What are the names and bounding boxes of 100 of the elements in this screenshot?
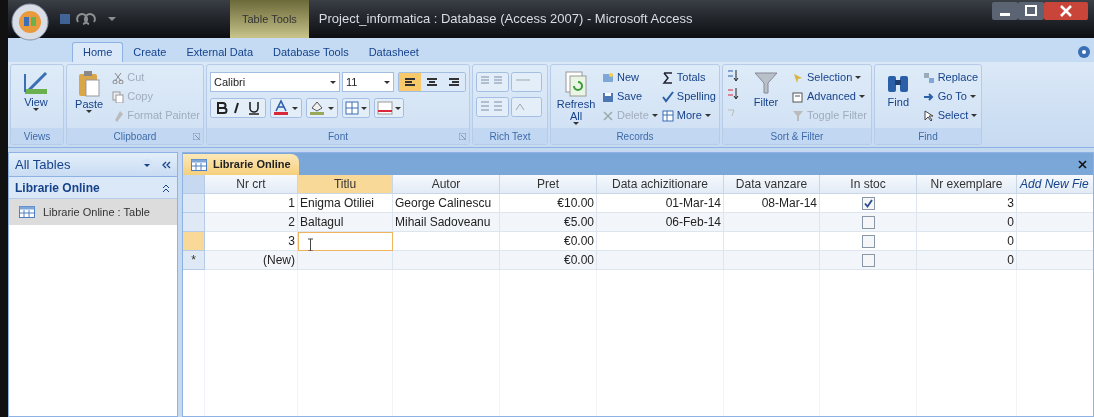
copy-icon: [112, 90, 125, 103]
column-header[interactable]: Nr exemplare: [917, 175, 1017, 194]
ribbon-button[interactable]: Go To: [922, 87, 978, 106]
row-selector[interactable]: *: [183, 251, 205, 270]
document-tab[interactable]: Librarie Online: [183, 154, 299, 175]
ribbon-tab[interactable]: Database Tools: [263, 42, 359, 62]
font-size-field[interactable]: 11: [342, 72, 394, 92]
ribbon-button[interactable]: Spelling: [661, 87, 716, 106]
column-header[interactable]: Data achizitionare: [597, 175, 724, 194]
group-label: Find: [918, 129, 938, 144]
caret-icon: [33, 108, 39, 111]
ribbon-button[interactable]: View: [14, 68, 58, 130]
nav-group-header[interactable]: Librarie Online: [9, 177, 177, 199]
ribbon-button[interactable]: New: [602, 68, 658, 87]
delete-icon: [602, 109, 614, 122]
fill-color-button[interactable]: [306, 98, 338, 118]
close-button[interactable]: [1044, 2, 1088, 20]
ribbon-button[interactable]: Filter: [744, 68, 788, 130]
bold-italic-underline-buttons-icon[interactable]: [210, 98, 266, 118]
group-label: Clipboard: [113, 129, 157, 144]
clipboard-icon: [77, 70, 102, 98]
column-header[interactable]: Pret: [500, 175, 597, 194]
collapse-pane-icon[interactable]: [161, 159, 171, 170]
new-row-marker: *: [191, 252, 196, 269]
new-record-icon: [602, 71, 614, 84]
ribbon-button[interactable]: Totals: [661, 68, 716, 87]
table-cell: 06-Feb-14: [597, 213, 724, 232]
gridlines-button[interactable]: [342, 98, 370, 118]
arrow-icon: [922, 90, 935, 103]
column-header[interactable]: Titlu: [298, 175, 393, 194]
ribbon-button[interactable]: Select: [922, 106, 978, 125]
column-header[interactable]: Nr crt: [205, 175, 298, 194]
funnel-icon: [792, 109, 804, 122]
table-cell: €0.00: [500, 232, 597, 251]
table-icon: [191, 158, 207, 171]
caret-icon: [86, 110, 93, 113]
cursor-icon: [922, 109, 935, 122]
table-cell: €0.00: [500, 251, 597, 270]
maximize-button[interactable]: [1018, 2, 1044, 20]
column-header[interactable]: In stoc: [820, 175, 917, 194]
column-header[interactable]: Add New Fie: [1017, 175, 1093, 194]
selection-icon: [792, 71, 804, 84]
grid-icon: [661, 109, 674, 122]
ribbon-tab[interactable]: Datasheet: [358, 42, 429, 62]
ribbon-tab[interactable]: Home: [72, 42, 124, 62]
ribbon-button[interactable]: Selection: [792, 68, 867, 87]
funnel-icon: [753, 70, 779, 96]
alternate-fill-button[interactable]: [374, 98, 404, 118]
editing-cell[interactable]: [298, 232, 393, 251]
window-title: Project_informatica : Database (Access 2007) - Microsoft Access: [318, 10, 693, 29]
ribbon-button[interactable]: Advanced: [792, 87, 867, 106]
font-name-field[interactable]: Calibri: [210, 72, 340, 92]
refresh-icon: [564, 70, 588, 98]
ribbon-button[interactable]: Replace: [922, 68, 978, 87]
ribbon-button[interactable]: Find: [878, 68, 919, 130]
checkbox[interactable]: [861, 253, 875, 267]
table-cell: 0: [917, 251, 1017, 270]
contextual-tab-label: Table Tools: [230, 0, 309, 38]
view-icon: [23, 70, 49, 96]
table-cell: Mihail Sadoveanu: [393, 213, 500, 232]
column-header[interactable]: Data vanzare: [724, 175, 820, 194]
table-cell: Baltagul: [298, 213, 393, 232]
column-header[interactable]: Autor: [393, 175, 500, 194]
checkbox[interactable]: [861, 196, 875, 210]
table-icon: [19, 206, 35, 218]
save-icon: [602, 90, 614, 103]
nav-pane-title: All Tables: [15, 155, 72, 174]
table-cell: 1: [205, 194, 298, 213]
checkbox[interactable]: [861, 234, 875, 248]
group-label: Views: [23, 129, 51, 144]
font-color-button[interactable]: [270, 98, 302, 118]
help-icon[interactable]: [1078, 46, 1090, 58]
ribbon-tab[interactable]: External Data: [176, 42, 264, 62]
table-cell: €5.00: [500, 213, 597, 232]
table-cell: George Calinescu: [393, 194, 500, 213]
caret-icon: [573, 122, 579, 125]
ribbon-tab[interactable]: Create: [123, 42, 177, 62]
replace-icon: [922, 71, 935, 84]
scissors-icon: [112, 71, 125, 84]
minimize-button[interactable]: [992, 2, 1018, 20]
table-cell: 0: [917, 232, 1017, 251]
office-button[interactable]: [10, 2, 50, 42]
collapse-icon[interactable]: [161, 182, 171, 193]
table-cell: 01-Mar-14: [597, 194, 724, 213]
table-cell: (New): [205, 251, 298, 270]
group-label: Font: [328, 129, 348, 144]
close-icon[interactable]: [1078, 160, 1087, 169]
align-left-button[interactable]: [399, 73, 421, 91]
nav-item[interactable]: Librarie Online : Table: [9, 199, 177, 225]
group-label: Sort & Filter: [770, 129, 824, 144]
ribbon-button[interactable]: Save: [602, 87, 658, 106]
checkbox[interactable]: [861, 215, 875, 229]
table-cell: 3: [917, 194, 1017, 213]
text-cursor-icon: [307, 237, 314, 252]
table-cell: Enigma Otiliei: [298, 194, 393, 213]
sigma-icon: [661, 71, 674, 84]
group-label: Records: [616, 129, 654, 144]
ribbon-button[interactable]: More: [661, 106, 716, 125]
spelling-check-icon: [661, 90, 674, 103]
table-cell: 2: [205, 213, 298, 232]
